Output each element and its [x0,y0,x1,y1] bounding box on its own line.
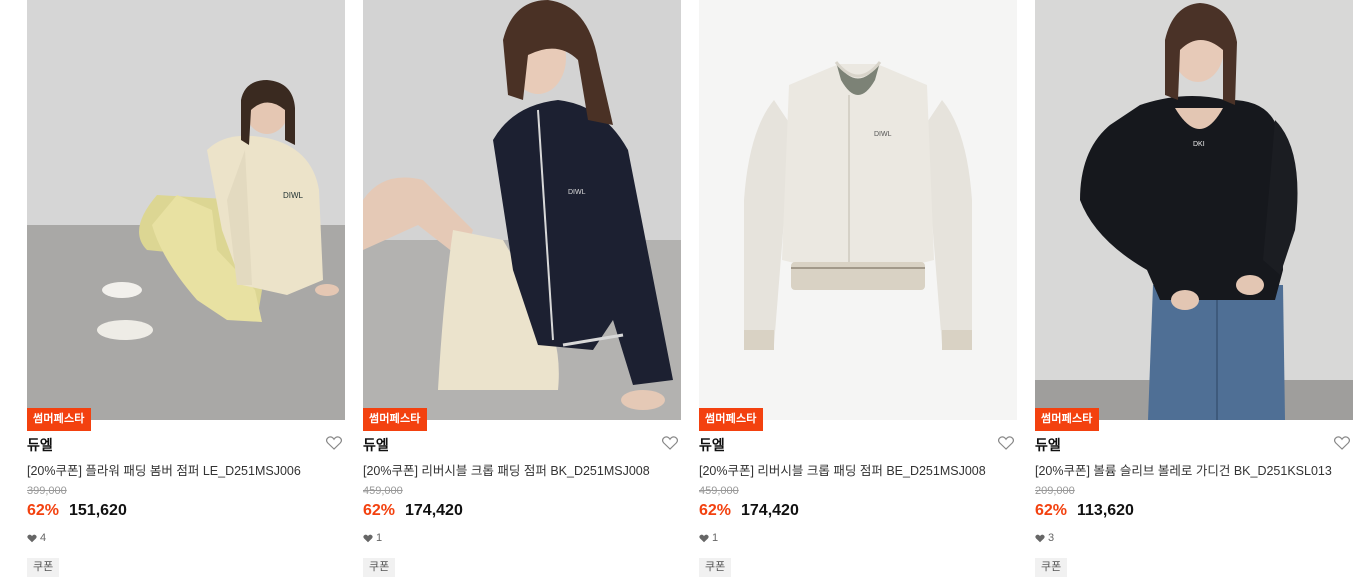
original-price: 459,000 [363,485,403,497]
svg-text:DIWL: DIWL [283,191,304,200]
sale-price: 174,420 [741,502,799,519]
coupon-badge: 쿠폰 [699,558,732,577]
like-icon [27,534,37,542]
product-card[interactable]: DIWL 썸머페스타 듀엘 [20%쿠폰] 플라워 패딩 봄버 점퍼 LE_D2… [27,0,345,587]
like-count: 4 [27,532,46,544]
brand-name[interactable]: 듀엘 [1035,435,1061,455]
product-card[interactable]: DKI 썸머페스타 듀엘 [20%쿠폰] 볼륨 슬리브 볼레로 가디건 BK_D… [1035,0,1353,587]
like-count: 3 [1035,532,1054,544]
coupon-badge: 쿠폰 [1035,558,1068,577]
like-count: 1 [699,532,718,544]
sale-price: 151,620 [69,502,127,519]
product-card[interactable]: DIWL 썸머페스타 듀엘 [20%쿠폰] 리버시블 크롭 패딩 점퍼 BE_D… [699,0,1017,587]
like-count: 1 [363,532,382,544]
product-card[interactable]: DIWL 썸머페스타 듀엘 [20%쿠폰] 리버시블 크롭 패딩 점퍼 BK_D… [363,0,681,587]
heart-icon[interactable] [1333,436,1351,450]
svg-text:DIWL: DIWL [568,189,586,196]
promo-tag: 썸머페스타 [1035,408,1099,431]
coupon-badge: 쿠폰 [363,558,396,577]
promo-tag: 썸머페스타 [699,408,763,431]
product-image[interactable]: DIWL [363,0,681,420]
product-name[interactable]: [20%쿠폰] 리버시블 크롭 패딩 점퍼 BK_D251MSJ008 [363,460,650,479]
original-price: 399,000 [27,485,67,497]
discount-rate: 62% [363,502,396,519]
brand-name[interactable]: 듀엘 [699,435,725,455]
like-count-value: 4 [40,532,47,544]
brand-name[interactable]: 듀엘 [363,435,389,455]
original-price: 459,000 [699,485,739,497]
product-image[interactable]: DIWL [27,0,345,420]
like-count-value: 1 [376,532,383,544]
like-count-value: 3 [1048,532,1055,544]
promo-tag: 썸머페스타 [27,408,91,431]
sale-price: 113,620 [1077,502,1134,519]
original-price: 209,000 [1035,485,1075,497]
discount-rate: 62% [27,502,60,519]
product-image[interactable]: DIWL [699,0,1017,420]
heart-icon[interactable] [661,436,679,450]
like-count-value: 1 [712,532,719,544]
product-name[interactable]: [20%쿠폰] 리버시블 크롭 패딩 점퍼 BE_D251MSJ008 [699,460,986,479]
coupon-badge: 쿠폰 [27,558,60,577]
discount-rate: 62% [1035,502,1068,519]
heart-icon[interactable] [325,436,343,450]
svg-text:DKI: DKI [1193,141,1205,148]
discount-rate: 62% [699,502,732,519]
product-name[interactable]: [20%쿠폰] 볼륨 슬리브 볼레로 가디건 BK_D251KSL013 [1035,460,1332,479]
promo-tag: 썸머페스타 [363,408,427,431]
product-image[interactable]: DKI [1035,0,1353,420]
brand-name[interactable]: 듀엘 [27,435,53,455]
like-icon [699,534,709,542]
sale-price: 174,420 [405,502,463,519]
product-name[interactable]: [20%쿠폰] 플라워 패딩 봄버 점퍼 LE_D251MSJ006 [27,460,301,479]
like-icon [363,534,373,542]
heart-icon[interactable] [997,436,1015,450]
like-icon [1035,534,1045,542]
svg-text:DIWL: DIWL [874,131,892,138]
